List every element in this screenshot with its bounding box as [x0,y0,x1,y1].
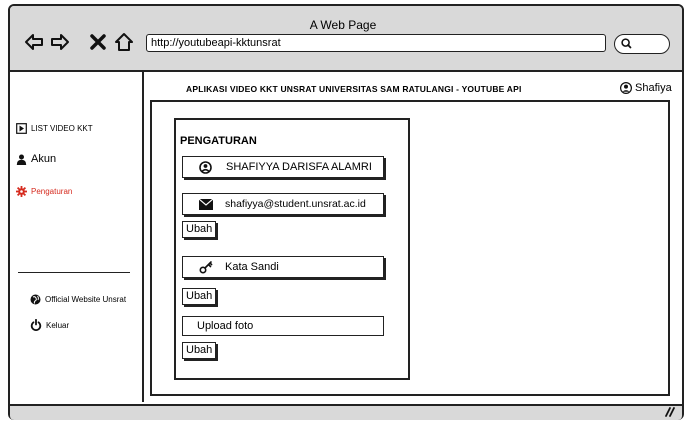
name-value: SHAFIYYA DARISFA ALAMRI [226,161,372,173]
sidebar-divider [18,272,130,273]
settings-title: PENGATURAN [180,135,257,147]
sidebar-item-keluar[interactable]: Keluar [30,319,69,331]
change-button[interactable]: Ubah [182,221,217,238]
sidebar-item-label: Official Website Unsrat [45,295,127,304]
user-circle-icon [199,160,212,174]
sidebar-item-list-video[interactable]: LIST VIDEO KKT [16,123,93,134]
password-placeholder: Kata Sandi [225,261,279,273]
key-icon [199,261,213,274]
resize-grip-icon[interactable] [664,407,676,417]
gear-icon [16,186,27,197]
sidebar [10,72,144,402]
envelope-icon [199,198,213,210]
page-title: APLIKASI VIDEO KKT UNSRAT UNIVERSITAS SA… [186,84,522,94]
sidebar-item-label: Pengaturan [31,187,73,196]
email-value: shafiyya@student.unsrat.ac.id [225,198,366,210]
sidebar-item-official-website[interactable]: Official Website Unsrat [30,294,126,305]
upload-photo-field[interactable]: Upload foto [182,316,384,336]
change-button[interactable]: Ubah [182,342,217,359]
power-icon [30,319,42,331]
user-menu[interactable]: Shafiya [620,82,672,94]
change-button[interactable]: Ubah [182,288,217,305]
close-icon[interactable] [88,32,108,52]
forward-arrow-icon[interactable] [50,32,70,52]
avatar-icon [620,82,632,94]
window-title: A Web Page [309,18,377,32]
search-icon [621,38,632,49]
sidebar-item-label: Akun [31,153,57,165]
email-field[interactable]: shafiyya@student.unsrat.ac.id [182,193,384,215]
username: Shafiya [635,82,672,94]
upload-photo-label: Upload foto [197,320,254,332]
name-field[interactable]: SHAFIYYA DARISFA ALAMRI [182,156,384,178]
sidebar-item-label: Keluar [46,320,70,330]
browser-statusbar [10,404,682,420]
sidebar-item-label: LIST VIDEO KKT [31,124,93,133]
sidebar-item-pengaturan[interactable]: Pengaturan [16,186,72,197]
browser-search-button[interactable] [614,34,670,54]
user-icon [16,154,27,165]
globe-icon [30,294,41,305]
back-arrow-icon[interactable] [24,32,44,52]
play-icon [16,123,27,134]
sidebar-item-akun[interactable]: Akun [16,153,56,165]
password-field[interactable]: Kata Sandi [182,256,384,278]
home-icon[interactable] [114,32,134,52]
address-bar[interactable]: http://youtubeapi-kktunsrat [146,34,606,52]
